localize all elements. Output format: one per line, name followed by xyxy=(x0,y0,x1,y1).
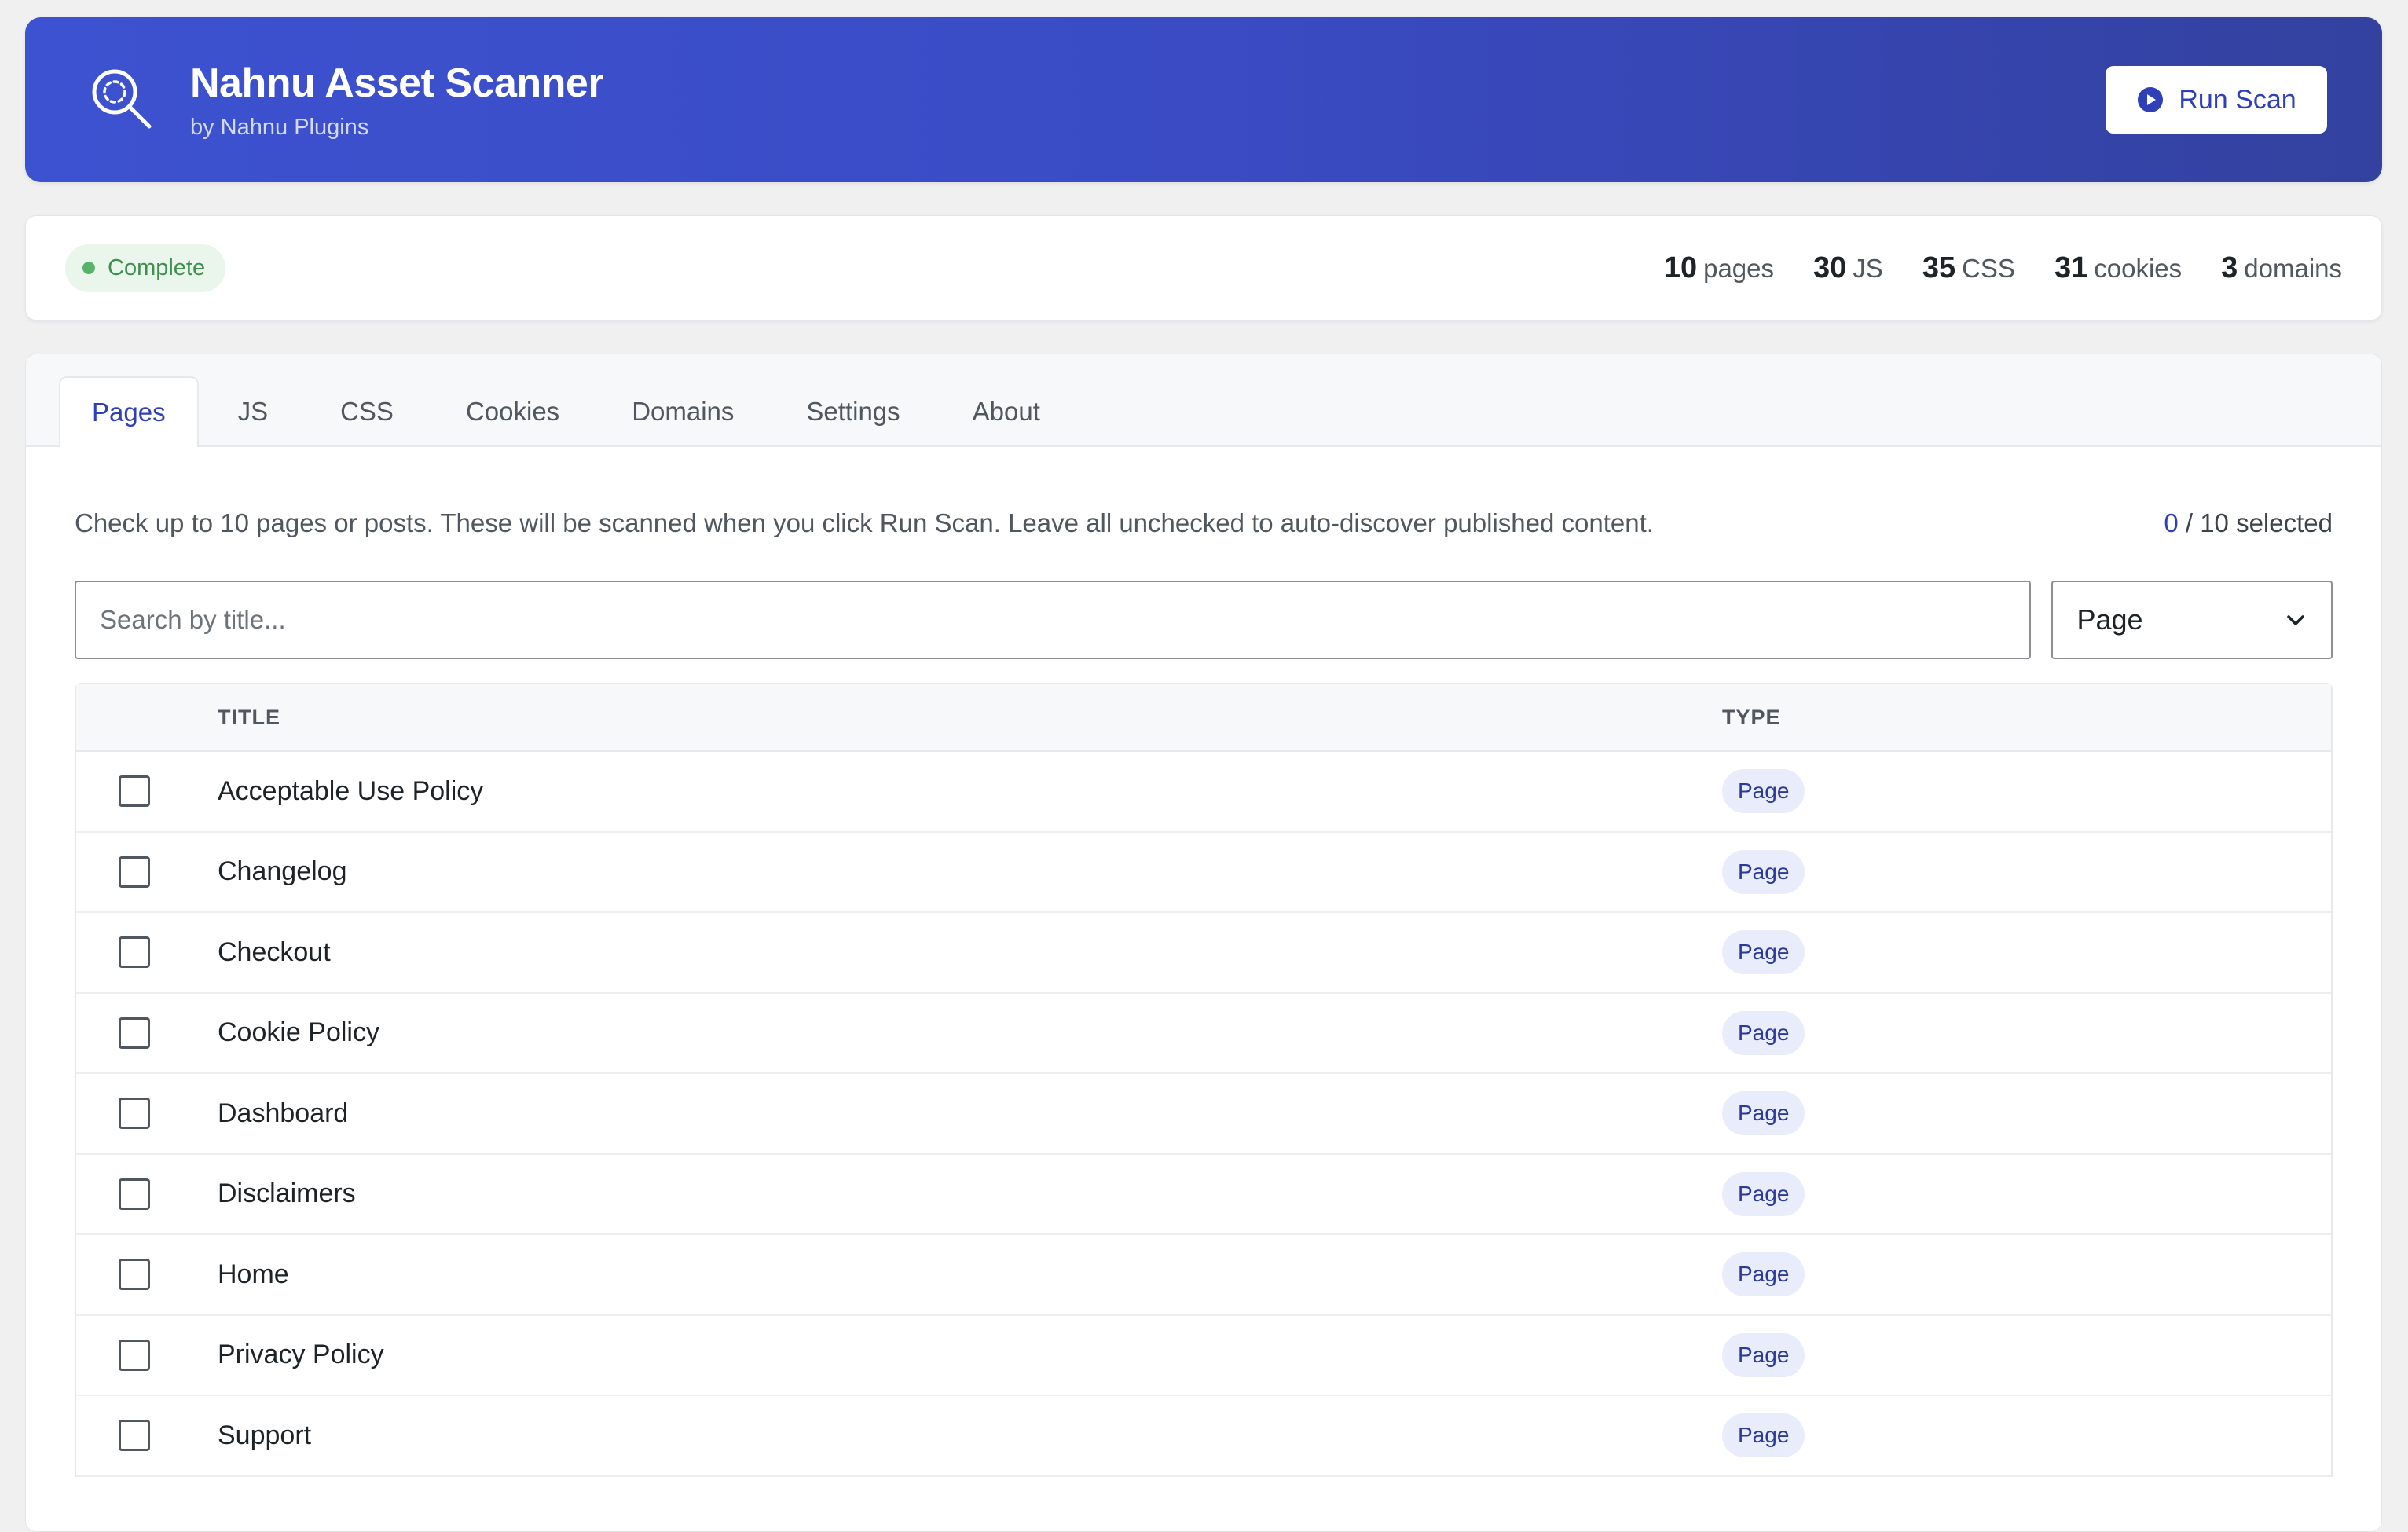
tab-js[interactable]: JS xyxy=(205,376,302,445)
stat-value: 30 xyxy=(1813,251,1847,284)
row-title: Dashboard xyxy=(218,1098,349,1128)
table-row: Disclaimers Page xyxy=(76,1155,2331,1235)
search-input[interactable] xyxy=(75,581,2032,659)
app-subtitle: by Nahnu Plugins xyxy=(190,114,369,140)
row-checkbox[interactable] xyxy=(119,1178,150,1210)
tab-bar: Pages JS CSS Cookies Domains Settings Ab… xyxy=(26,354,2381,447)
type-badge: Page xyxy=(1722,769,1805,814)
main-panel: Pages JS CSS Cookies Domains Settings Ab… xyxy=(25,354,2382,1532)
tab-cookies[interactable]: Cookies xyxy=(433,376,592,445)
search-scan-icon xyxy=(92,69,152,129)
filter-row: Page xyxy=(75,581,2333,659)
stat-label: domains xyxy=(2244,253,2342,283)
stat-label: pages xyxy=(1703,253,1775,283)
stat-pages: 10 pages xyxy=(1664,251,1774,285)
row-checkbox[interactable] xyxy=(119,936,150,969)
type-badge: Page xyxy=(1722,1010,1805,1055)
row-checkbox[interactable] xyxy=(119,1098,150,1130)
play-circle-icon xyxy=(2138,87,2164,112)
type-filter-value: Page xyxy=(2076,603,2143,636)
row-title: Privacy Policy xyxy=(218,1340,384,1370)
stat-value: 35 xyxy=(1922,251,1956,284)
type-badge: Page xyxy=(1722,1171,1805,1216)
tab-settings[interactable]: Settings xyxy=(773,376,933,445)
row-checkbox[interactable] xyxy=(119,1420,150,1452)
row-checkbox[interactable] xyxy=(119,1017,150,1049)
row-checkbox[interactable] xyxy=(119,1339,150,1371)
intro-row: Check up to 10 pages or posts. These wil… xyxy=(75,508,2333,538)
row-title: Disclaimers xyxy=(218,1178,356,1209)
table-row: Changelog Page xyxy=(76,833,2331,913)
stat-value: 10 xyxy=(1663,251,1698,284)
type-badge: Page xyxy=(1722,1332,1805,1377)
table-row: Checkout Page xyxy=(76,913,2331,994)
table-row: Support Page xyxy=(76,1396,2331,1477)
tab-about[interactable]: About xyxy=(940,376,1073,445)
app-title: Nahnu Asset Scanner xyxy=(190,60,604,106)
type-badge: Page xyxy=(1722,930,1805,975)
column-type[interactable]: TYPE xyxy=(1722,706,1781,730)
app-header: Nahnu Asset Scanner by Nahnu Plugins Run… xyxy=(25,17,2382,182)
type-badge: Page xyxy=(1722,1252,1805,1297)
app-root: Nahnu Asset Scanner by Nahnu Plugins Run… xyxy=(25,17,2382,1532)
row-checkbox[interactable] xyxy=(119,856,150,888)
type-badge: Page xyxy=(1722,1091,1805,1136)
row-title: Changelog xyxy=(218,856,347,887)
tab-css[interactable]: CSS xyxy=(307,376,427,445)
pages-table: TITLE TYPE Acceptable Use Policy Page Ch… xyxy=(75,683,2333,1477)
row-title: Checkout xyxy=(218,936,331,967)
run-scan-button[interactable]: Run Scan xyxy=(2106,66,2327,134)
type-badge: Page xyxy=(1722,1413,1805,1458)
type-badge: Page xyxy=(1722,849,1805,894)
chevron-down-icon xyxy=(2287,615,2304,625)
status-dot-icon xyxy=(82,262,95,274)
type-filter-select[interactable]: Page xyxy=(2051,581,2333,659)
status-badge-label: Complete xyxy=(108,255,206,280)
row-title: Support xyxy=(218,1420,312,1450)
stat-label: JS xyxy=(1853,253,1883,283)
row-checkbox[interactable] xyxy=(119,1259,150,1291)
brand: Nahnu Asset Scanner by Nahnu Plugins xyxy=(190,60,604,141)
selection-count: 0 / 10 selected xyxy=(2164,508,2333,538)
stat-value: 31 xyxy=(2054,251,2088,284)
table-row: Cookie Policy Page xyxy=(76,994,2331,1074)
stat-cookies: 31 cookies xyxy=(2054,251,2182,285)
stat-label: CSS xyxy=(1962,253,2015,283)
row-title: Acceptable Use Policy xyxy=(218,775,484,806)
table-row: Dashboard Page xyxy=(76,1074,2331,1155)
column-title[interactable]: TITLE xyxy=(218,706,1722,730)
row-title: Home xyxy=(218,1259,289,1289)
selected-count: 0 xyxy=(2164,508,2179,537)
stat-domains: 3 domains xyxy=(2221,251,2342,285)
pages-tab-content: Check up to 10 pages or posts. These wil… xyxy=(26,508,2381,1477)
run-scan-label: Run Scan xyxy=(2179,84,2296,115)
stat-label: cookies xyxy=(2094,253,2183,283)
table-header: TITLE TYPE xyxy=(76,684,2331,752)
row-checkbox[interactable] xyxy=(119,775,150,808)
stat-css: 35 CSS xyxy=(1922,251,2015,285)
table-row: Acceptable Use Policy Page xyxy=(76,752,2331,833)
tab-pages[interactable]: Pages xyxy=(59,376,199,447)
status-badge: Complete xyxy=(65,244,226,292)
intro-text: Check up to 10 pages or posts. These wil… xyxy=(75,508,1654,537)
table-row: Privacy Policy Page xyxy=(76,1316,2331,1396)
selected-suffix: / 10 selected xyxy=(2178,508,2333,537)
stat-value: 3 xyxy=(2221,251,2238,284)
scan-stats: 10 pages 30 JS 35 CSS 31 cookies 3 domains xyxy=(1664,251,2342,285)
row-title: Cookie Policy xyxy=(218,1017,379,1048)
tab-domains[interactable]: Domains xyxy=(599,376,767,445)
table-row: Home Page xyxy=(76,1235,2331,1316)
stat-js: 30 JS xyxy=(1813,251,1883,285)
scan-status-bar: Complete 10 pages 30 JS 35 CSS 31 cookies 3d… xyxy=(25,215,2382,321)
